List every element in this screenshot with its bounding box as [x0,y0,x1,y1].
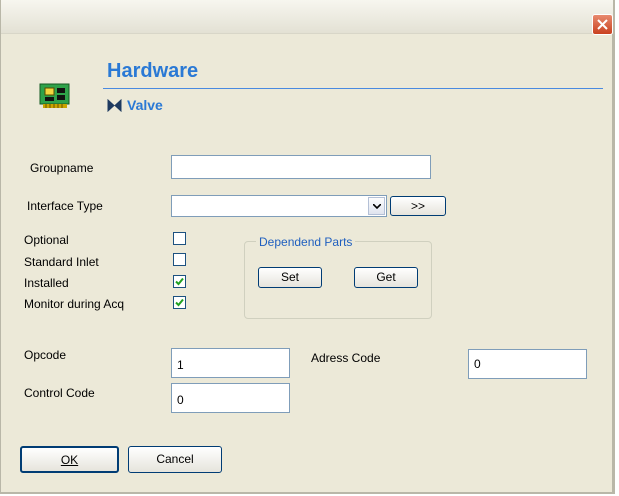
standard-inlet-label: Standard Inlet [24,255,99,269]
page-title: Hardware [107,60,199,82]
standard-inlet-checkbox[interactable] [173,253,186,266]
installed-label: Installed [24,276,69,290]
control-code-label: Control Code [24,386,95,400]
cancel-button[interactable]: Cancel [128,446,222,473]
interface-type-select[interactable] [171,195,387,217]
interface-type-more-button[interactable]: >> [390,196,446,216]
hardware-board-icon [39,83,70,108]
interface-type-dropdown-button[interactable] [368,197,385,215]
cancel-button-label: Cancel [156,452,194,466]
groupname-input[interactable] [171,155,431,179]
address-code-label: Adress Code [311,351,381,365]
optional-checkbox[interactable] [173,232,186,245]
interface-type-label: Interface Type [27,199,103,213]
get-button[interactable]: Get [354,267,418,288]
opcode-input[interactable]: 1 [171,348,290,378]
control-code-input[interactable]: 0 [171,383,290,413]
close-icon [597,19,608,30]
checkmark-icon [175,298,184,307]
optional-label: Optional [24,233,69,247]
subtitle: Valve [127,97,163,113]
ok-button-label: OK [60,453,79,467]
ok-button[interactable]: OK [20,446,119,473]
address-code-input[interactable]: 0 [468,349,587,379]
title-bar[interactable] [1,0,613,35]
installed-checkbox[interactable] [173,275,186,288]
title-divider [103,88,603,89]
opcode-label: Opcode [24,348,67,362]
set-button[interactable]: Set [258,267,322,288]
hardware-dialog: Hardware Valve Groupname Interface Type … [0,0,615,494]
close-button[interactable] [592,14,613,35]
monitor-during-acq-checkbox[interactable] [173,296,186,309]
dependend-parts-label: Dependend Parts [256,235,356,249]
chevron-down-icon [373,204,381,209]
groupname-label: Groupname [30,161,94,175]
checkmark-icon [175,277,184,286]
monitor-during-acq-label: Monitor during Acq [24,297,125,311]
valve-icon [107,99,122,112]
